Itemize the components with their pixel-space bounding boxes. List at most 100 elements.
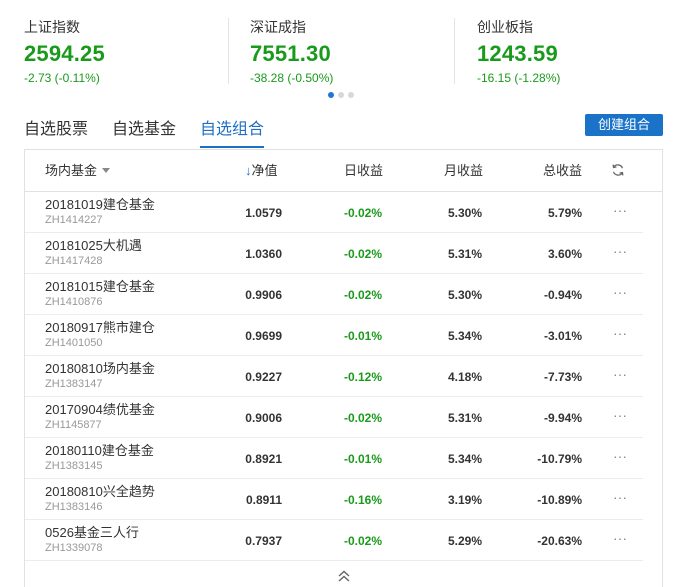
- daily-return: -0.01%: [343, 452, 382, 466]
- portfolio-code: ZH1383146: [45, 501, 103, 513]
- monthly-return: 5.31%: [447, 411, 482, 425]
- index-change: -38.28 (-0.50%): [250, 71, 334, 85]
- monthly-return: 5.34%: [447, 329, 482, 343]
- portfolio-code: ZH1383147: [45, 378, 103, 390]
- more-dots-icon[interactable]: ···: [613, 325, 627, 341]
- index-value: 7551.30: [250, 41, 331, 66]
- index-value: 2594.25: [24, 41, 105, 66]
- header-monthly-return[interactable]: 月收益: [444, 162, 483, 180]
- more-dots-icon[interactable]: ···: [613, 489, 627, 505]
- more-dots-icon[interactable]: ···: [613, 407, 627, 423]
- row-divider: [25, 560, 643, 561]
- tab-watch-funds[interactable]: 自选基金: [112, 118, 176, 148]
- monthly-return: 4.18%: [447, 370, 482, 384]
- header-total-return[interactable]: 总收益: [543, 162, 582, 180]
- nav-value: 1.0360: [245, 247, 282, 261]
- portfolio-code: ZH1339078: [45, 542, 103, 554]
- monthly-return: 5.31%: [447, 247, 482, 261]
- daily-return: -0.02%: [343, 206, 382, 220]
- total-return: -3.01%: [543, 329, 582, 343]
- portfolio-name[interactable]: 20180810场内基金: [45, 360, 155, 377]
- portfolio-code: ZH1383145: [45, 460, 103, 472]
- portfolio-code: ZH1417428: [45, 255, 103, 267]
- daily-return: -0.02%: [343, 534, 382, 548]
- more-dots-icon[interactable]: ···: [613, 366, 627, 382]
- index-name: 深证成指: [250, 19, 306, 35]
- refresh-icon[interactable]: [611, 163, 625, 182]
- index-value: 1243.59: [477, 41, 558, 66]
- portfolio-name[interactable]: 20181015建仓基金: [45, 278, 155, 295]
- table-header: 场内基金 ↓净值 日收益 月收益 总收益: [25, 150, 662, 192]
- table-row[interactable]: 20180810场内基金 ZH1383147 0.9227 -0.12% 4.18% -7…: [25, 356, 662, 397]
- tab-watch-stocks[interactable]: 自选股票: [24, 118, 88, 148]
- portfolio-code: ZH1410876: [45, 296, 103, 308]
- more-dots-icon[interactable]: ···: [613, 530, 627, 546]
- portfolio-code: ZH1414227: [45, 214, 103, 226]
- total-return: -7.73%: [543, 370, 582, 384]
- table-row[interactable]: 20180110建仓基金 ZH1383145 0.8921 -0.01% 5.34% -1…: [25, 438, 662, 479]
- table-row[interactable]: 20181025大机遇 ZH1417428 1.0360 -0.02% 5.31% 3.6…: [25, 233, 662, 274]
- daily-return: -0.02%: [343, 247, 382, 261]
- portfolio-name[interactable]: 20181025大机遇: [45, 237, 142, 254]
- fund-type-label: 场内基金: [45, 163, 98, 178]
- carousel-dots: [328, 92, 354, 98]
- portfolio-table: 场内基金 ↓净值 日收益 月收益 总收益 20181019建仓基金 ZH14142…: [24, 149, 663, 587]
- fund-type-dropdown[interactable]: 场内基金: [45, 162, 111, 180]
- more-dots-icon[interactable]: ···: [613, 202, 627, 218]
- index-summary: 上证指数 2594.25 -2.73 (-0.11%) 深证成指 7551.30…: [0, 0, 683, 100]
- index-card-shenzhen[interactable]: 深证成指 7551.30 -38.28 (-0.50%): [250, 18, 450, 86]
- more-dots-icon[interactable]: ···: [613, 448, 627, 464]
- more-dots-icon[interactable]: ···: [613, 243, 627, 259]
- index-change: -2.73 (-0.11%): [24, 71, 100, 85]
- daily-return: -0.02%: [343, 411, 382, 425]
- portfolio-name[interactable]: 20180110建仓基金: [45, 442, 154, 459]
- carousel-dot-3[interactable]: [348, 92, 354, 98]
- watchlist-tabs: 自选股票 自选基金 自选组合: [24, 118, 265, 148]
- total-return: -10.79%: [537, 452, 582, 466]
- portfolio-name[interactable]: 20170904绩优基金: [45, 401, 155, 418]
- daily-return: -0.02%: [343, 288, 382, 302]
- header-nav[interactable]: ↓净值: [245, 162, 278, 180]
- index-name: 创业板指: [477, 19, 533, 35]
- monthly-return: 5.34%: [447, 452, 482, 466]
- nav-value: 1.0579: [245, 206, 282, 220]
- portfolio-code: ZH1145877: [45, 419, 102, 431]
- monthly-return: 3.19%: [447, 493, 482, 507]
- table-row[interactable]: 20170904绩优基金 ZH1145877 0.9006 -0.02% 5.31% -9…: [25, 397, 662, 438]
- portfolio-code: ZH1401050: [45, 337, 103, 349]
- portfolio-name[interactable]: 0526基金三人行: [45, 524, 139, 541]
- index-change: -16.15 (-1.28%): [477, 71, 561, 85]
- table-row[interactable]: 20181015建仓基金 ZH1410876 0.9906 -0.02% 5.30% -0…: [25, 274, 662, 315]
- more-dots-icon[interactable]: ···: [613, 284, 627, 300]
- header-daily-return[interactable]: 日收益: [344, 162, 383, 180]
- total-return: 5.79%: [547, 206, 582, 220]
- tab-watch-portfolios[interactable]: 自选组合: [200, 118, 265, 148]
- carousel-dot-1[interactable]: [328, 92, 334, 98]
- nav-value: 0.9006: [245, 411, 282, 425]
- portfolio-name[interactable]: 20181019建仓基金: [45, 196, 155, 213]
- carousel-dot-2[interactable]: [338, 92, 344, 98]
- index-card-chinext[interactable]: 创业板指 1243.59 -16.15 (-1.28%): [477, 18, 677, 86]
- table-row[interactable]: 20181019建仓基金 ZH1414227 1.0579 -0.02% 5.30% 5.…: [25, 192, 662, 233]
- total-return: -10.89%: [537, 493, 582, 507]
- table-row[interactable]: 20180810兴全趋势 ZH1383146 0.8911 -0.16% 3.19% -1…: [25, 479, 662, 520]
- divider: [454, 18, 455, 84]
- table-row[interactable]: 0526基金三人行 ZH1339078 0.7937 -0.02% 5.29% -20.6…: [25, 520, 662, 561]
- portfolio-name[interactable]: 20180917熊市建仓: [45, 319, 155, 336]
- portfolio-name[interactable]: 20180810兴全趋势: [45, 483, 155, 500]
- index-name: 上证指数: [24, 19, 80, 35]
- monthly-return: 5.30%: [447, 288, 482, 302]
- daily-return: -0.01%: [343, 329, 382, 343]
- index-card-shanghai[interactable]: 上证指数 2594.25 -2.73 (-0.11%): [24, 18, 224, 86]
- table-row[interactable]: 20180917熊市建仓 ZH1401050 0.9699 -0.01% 5.34% -3…: [25, 315, 662, 356]
- total-return: -0.94%: [543, 288, 582, 302]
- total-return: -20.63%: [537, 534, 582, 548]
- nav-value: 0.8921: [245, 452, 282, 466]
- nav-value: 0.9906: [245, 288, 282, 302]
- create-portfolio-button[interactable]: 创建组合: [585, 114, 663, 136]
- chevron-double-up-icon[interactable]: [336, 568, 352, 584]
- daily-return: -0.16%: [343, 493, 382, 507]
- monthly-return: 5.30%: [447, 206, 482, 220]
- nav-value: 0.7937: [245, 534, 282, 548]
- caret-down-icon: [102, 168, 111, 174]
